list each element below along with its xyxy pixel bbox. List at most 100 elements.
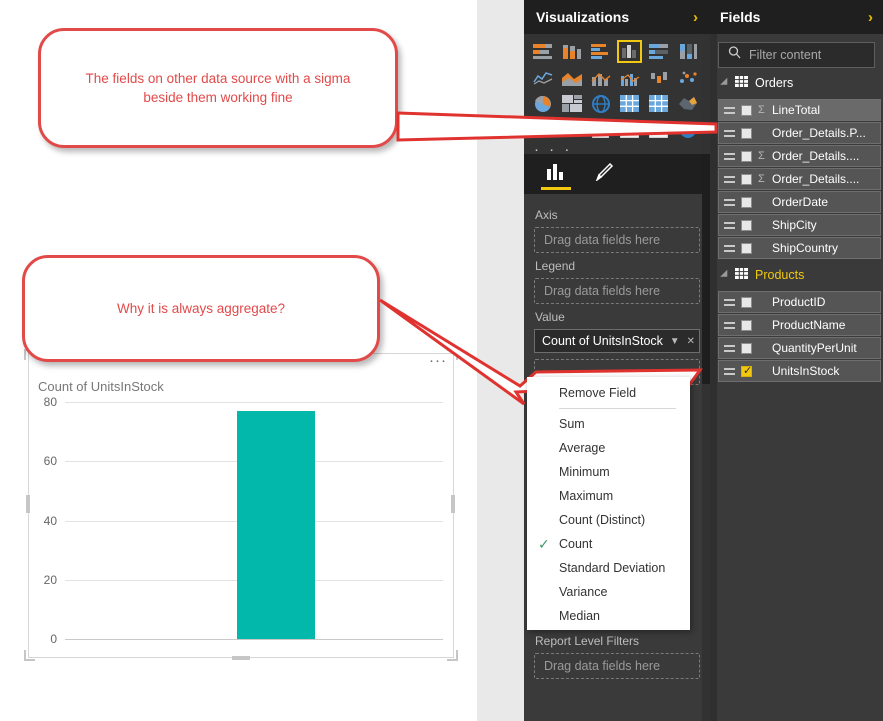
- viz-icon-scatter[interactable]: [675, 66, 700, 89]
- tab-format[interactable]: [592, 154, 614, 194]
- chevron-down-icon[interactable]: ▼: [670, 336, 680, 347]
- drag-handle-icon[interactable]: [724, 344, 735, 352]
- field-checkbox[interactable]: [741, 173, 752, 185]
- bar-chart-visual[interactable]: ··· Count of UnitsInStock 0 20 40 60 80: [28, 353, 454, 658]
- menu-item-maximum[interactable]: Maximum: [527, 484, 690, 508]
- x-axis-line: [65, 639, 443, 640]
- field-item-order-details[interactable]: Σ Order_Details....: [718, 145, 881, 167]
- viz-icon-multi-row-card[interactable]: [617, 118, 642, 141]
- expand-caret-icon[interactable]: [720, 77, 731, 89]
- viz-icon-stacked-bar[interactable]: [530, 40, 555, 63]
- drag-handle-icon[interactable]: [724, 152, 735, 160]
- drag-handle-icon[interactable]: [724, 175, 735, 183]
- field-checkbox[interactable]: [741, 242, 752, 254]
- menu-item-sum[interactable]: Sum: [527, 412, 690, 436]
- fields-search-box[interactable]: Filter content: [718, 42, 875, 68]
- well-label-axis: Axis: [535, 208, 558, 222]
- viz-icon-pie[interactable]: [530, 92, 555, 115]
- field-checkbox[interactable]: [741, 219, 752, 231]
- field-checkbox[interactable]: [741, 342, 752, 354]
- visual-type-gallery[interactable]: · · ·: [524, 34, 710, 157]
- visualizations-scrollbar[interactable]: [702, 34, 710, 721]
- drag-handle-icon[interactable]: [724, 129, 735, 137]
- report-filters-dropzone[interactable]: Drag data fields here: [534, 653, 700, 679]
- resize-handle-br[interactable]: [447, 650, 458, 661]
- chart-bar[interactable]: [237, 410, 315, 639]
- field-item-linetotal[interactable]: Σ LineTotal: [718, 99, 881, 121]
- tab-fields[interactable]: [541, 154, 571, 194]
- legend-dropzone[interactable]: Drag data fields here: [534, 278, 700, 304]
- field-item-unitsinstock[interactable]: UnitsInStock: [718, 360, 881, 382]
- field-checkbox[interactable]: [741, 104, 752, 116]
- menu-item-remove-field[interactable]: Remove Field: [527, 381, 690, 405]
- field-item-productid[interactable]: ProductID: [718, 291, 881, 313]
- field-item-shipcity[interactable]: ShipCity: [718, 214, 881, 236]
- resize-handle-right[interactable]: [451, 495, 455, 513]
- drag-handle-icon[interactable]: [724, 198, 735, 206]
- visualizations-scroll-thumb[interactable]: [702, 154, 710, 384]
- menu-item-standard-deviation[interactable]: Standard Deviation: [527, 556, 690, 580]
- viz-icon-stacked-column[interactable]: [559, 40, 584, 63]
- viz-icon-donut[interactable]: [675, 118, 700, 141]
- viz-icon-line-clustered-column[interactable]: [617, 66, 642, 89]
- fields-table-orders[interactable]: Orders: [710, 68, 883, 98]
- viz-icon-map[interactable]: [588, 92, 613, 115]
- aggregation-context-menu[interactable]: Remove Field Sum Average Minimum Maximum Coun…: [527, 377, 690, 630]
- collapse-chevron-icon[interactable]: ›: [868, 9, 873, 26]
- drag-handle-icon[interactable]: [724, 321, 735, 329]
- resize-handle-bl[interactable]: [24, 650, 35, 661]
- expand-caret-icon[interactable]: [720, 269, 731, 281]
- viz-icon-line[interactable]: [530, 66, 555, 89]
- viz-icon-area[interactable]: [559, 66, 584, 89]
- viz-icon-kpi[interactable]: [646, 118, 671, 141]
- menu-item-count-distinct[interactable]: Count (Distinct): [527, 508, 690, 532]
- field-checkbox[interactable]: [741, 196, 752, 208]
- fields-table-products[interactable]: Products: [710, 260, 883, 290]
- field-checkbox[interactable]: [741, 150, 752, 162]
- viz-icon-matrix[interactable]: [617, 92, 642, 115]
- drag-handle-icon[interactable]: [724, 244, 735, 252]
- viz-icon-waterfall[interactable]: [646, 66, 671, 89]
- viz-icon-100-stacked-column[interactable]: [675, 40, 700, 63]
- remove-field-icon[interactable]: ✕: [687, 336, 695, 347]
- viz-icon-line-stacked-column[interactable]: [588, 66, 613, 89]
- drag-handle-icon[interactable]: [724, 106, 735, 114]
- viz-icon-clustered-column[interactable]: [617, 40, 642, 63]
- viz-icon-filled-map[interactable]: [675, 92, 700, 115]
- menu-item-minimum[interactable]: Minimum: [527, 460, 690, 484]
- field-item-productname[interactable]: ProductName: [718, 314, 881, 336]
- report-filters-section: Report Level Filters Drag data fields he…: [534, 628, 700, 679]
- field-checkbox[interactable]: [741, 364, 752, 377]
- viz-icon-100-stacked-bar[interactable]: [646, 40, 671, 63]
- field-label: ShipCountry: [772, 241, 839, 255]
- fields-scrollbar[interactable]: [710, 34, 717, 721]
- resize-handle-left[interactable]: [26, 495, 30, 513]
- drag-handle-icon[interactable]: [724, 298, 735, 306]
- viz-icon-funnel[interactable]: [530, 118, 555, 141]
- collapse-chevron-icon[interactable]: ›: [693, 9, 698, 26]
- viz-icon-gauge[interactable]: [559, 118, 584, 141]
- viz-icon-clustered-bar[interactable]: [588, 40, 613, 63]
- value-field-chip[interactable]: Count of UnitsInStock ▼ ✕: [534, 329, 700, 353]
- menu-item-median[interactable]: Median: [527, 604, 690, 628]
- resize-handle-tr[interactable]: [447, 349, 458, 360]
- axis-dropzone[interactable]: Drag data fields here: [534, 227, 700, 253]
- field-item-order-details[interactable]: Σ Order_Details....: [718, 168, 881, 190]
- viz-icon-table[interactable]: [646, 92, 671, 115]
- resize-handle-bottom[interactable]: [232, 656, 250, 660]
- viz-icon-treemap[interactable]: [559, 92, 584, 115]
- menu-item-count[interactable]: ✓ Count: [527, 532, 690, 556]
- viz-icon-card[interactable]: [588, 118, 613, 141]
- drag-handle-icon[interactable]: [724, 367, 735, 375]
- menu-item-variance[interactable]: Variance: [527, 580, 690, 604]
- field-checkbox[interactable]: [741, 127, 752, 139]
- visual-more-options-icon[interactable]: ···: [429, 353, 447, 368]
- field-item-shipcountry[interactable]: ShipCountry: [718, 237, 881, 259]
- field-checkbox[interactable]: [741, 319, 752, 331]
- menu-item-average[interactable]: Average: [527, 436, 690, 460]
- field-item-orderdate[interactable]: OrderDate: [718, 191, 881, 213]
- field-item-order-details-p[interactable]: Order_Details.P...: [718, 122, 881, 144]
- field-checkbox[interactable]: [741, 296, 752, 308]
- drag-handle-icon[interactable]: [724, 221, 735, 229]
- field-item-quantityperunit[interactable]: QuantityPerUnit: [718, 337, 881, 359]
